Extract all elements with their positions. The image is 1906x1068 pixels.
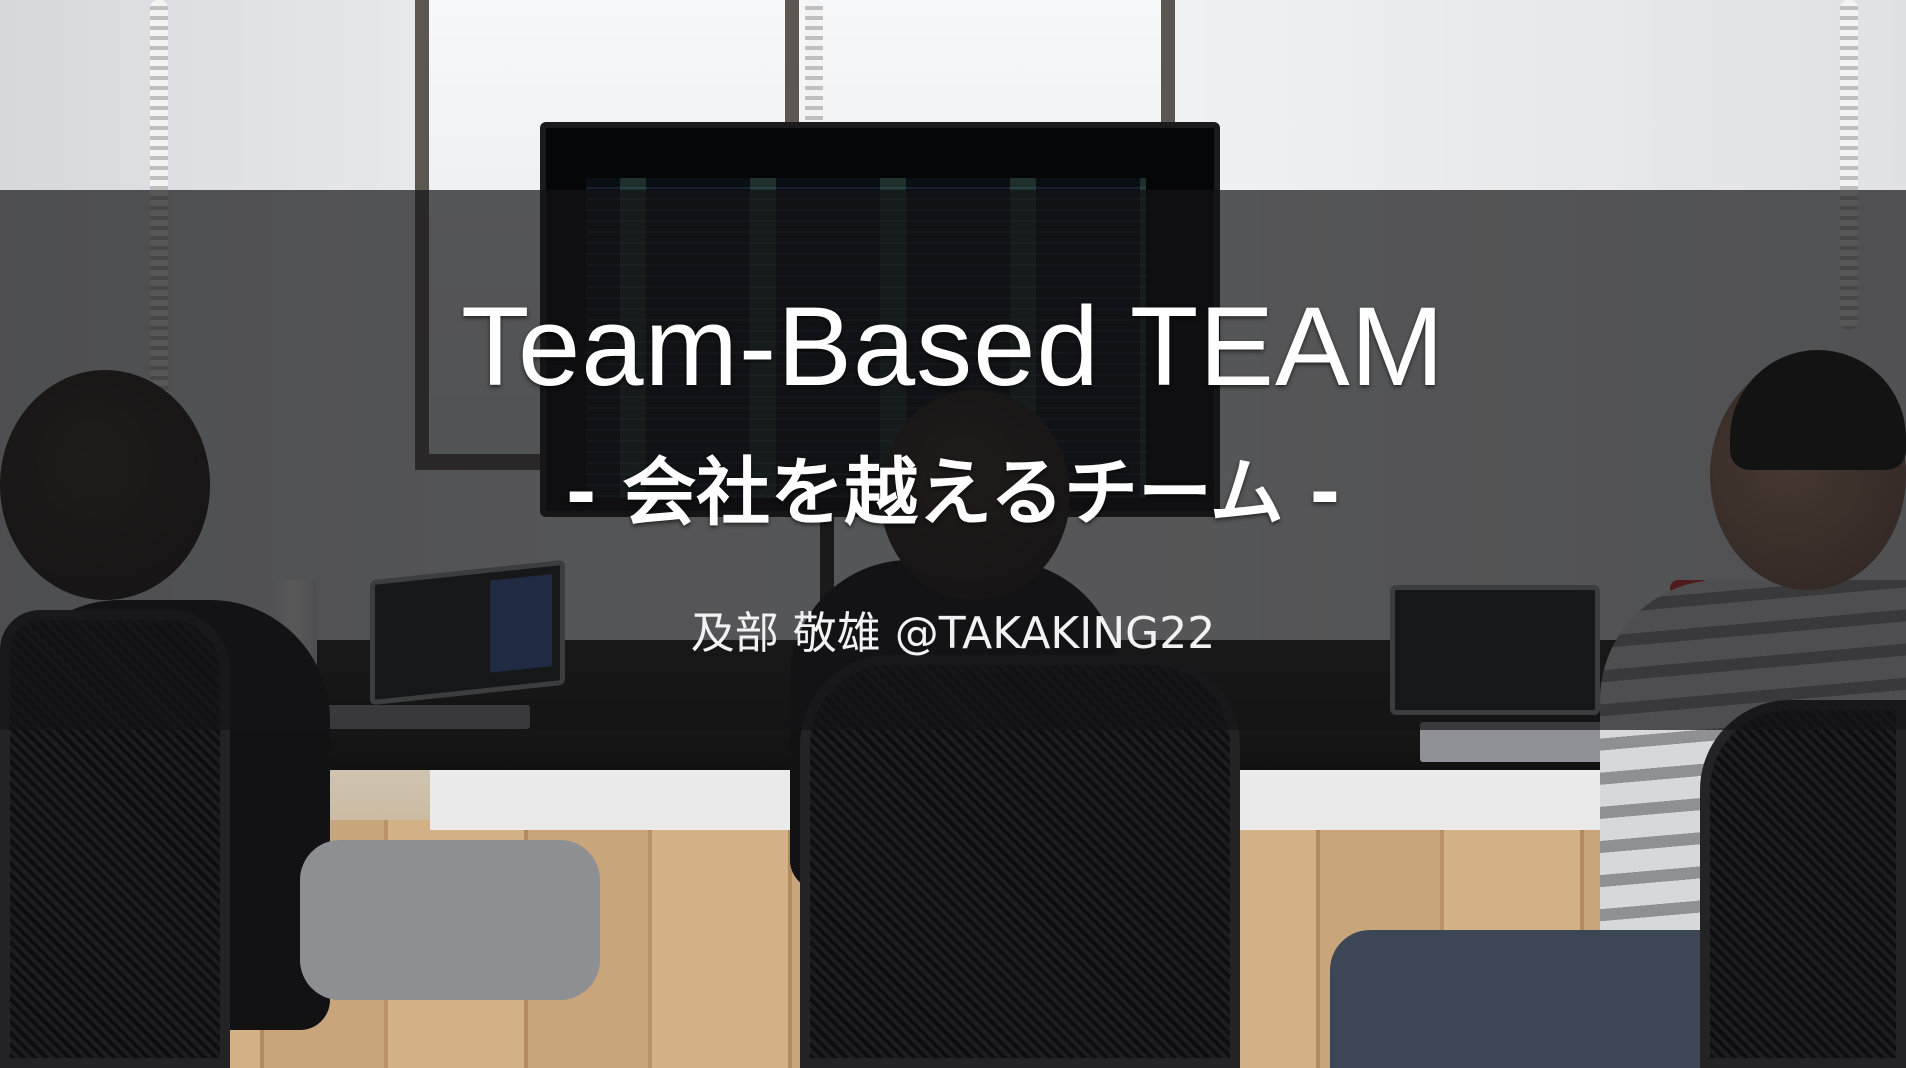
title-slide: Team-Based TEAM - 会社を越えるチーム - 及部 敬雄 @TAK… — [0, 0, 1906, 1068]
coiled-cable-center — [805, 0, 823, 130]
person-left-shorts — [300, 840, 600, 1000]
slide-subtitle: - 会社を越えるチーム - — [565, 450, 1341, 536]
slide-author: 及部 敬雄 @TAKAKING22 — [690, 608, 1216, 659]
slide-title: Team-Based TEAM — [461, 284, 1445, 409]
chair-right — [1700, 700, 1906, 1068]
person-right-jeans — [1330, 930, 1750, 1068]
